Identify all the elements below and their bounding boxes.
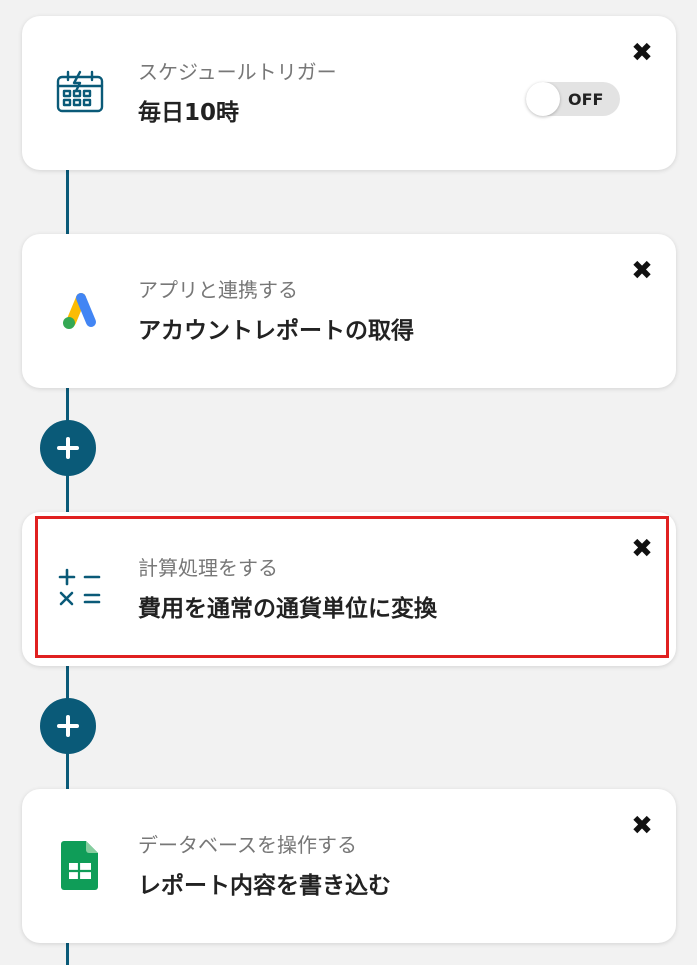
- plus-icon: [57, 437, 79, 459]
- step-title: 費用を通常の通貨単位に変換: [138, 596, 437, 622]
- toggle-label: OFF: [568, 90, 604, 109]
- step-title: レポート内容を書き込む: [138, 873, 391, 899]
- close-icon[interactable]: ✖: [630, 258, 654, 284]
- google-ads-icon: [54, 284, 106, 336]
- toggle-knob: [526, 82, 560, 116]
- flow-connector: [66, 168, 69, 236]
- close-icon[interactable]: ✖: [630, 813, 654, 839]
- step-title: アカウントレポートの取得: [138, 318, 414, 344]
- step-card-schedule-trigger[interactable]: スケジュールトリガー 毎日10時 OFF ✖: [22, 16, 676, 170]
- google-sheets-icon: [54, 839, 106, 891]
- step-subtitle: アプリと連携する: [138, 278, 298, 302]
- calendar-lightning-icon: [54, 66, 106, 118]
- plus-icon: [57, 715, 79, 737]
- add-step-button[interactable]: [40, 420, 96, 476]
- add-step-button[interactable]: [40, 698, 96, 754]
- step-card-app-integration[interactable]: アプリと連携する アカウントレポートの取得 ✖: [22, 234, 676, 388]
- flow-connector: [66, 942, 69, 965]
- trigger-toggle[interactable]: OFF: [526, 82, 620, 116]
- close-icon[interactable]: ✖: [630, 40, 654, 66]
- step-subtitle: 計算処理をする: [138, 556, 278, 580]
- step-card-calculation[interactable]: 計算処理をする 費用を通常の通貨単位に変換 ✖: [22, 512, 676, 666]
- step-subtitle: スケジュールトリガー: [138, 60, 337, 84]
- step-card-database[interactable]: データベースを操作する レポート内容を書き込む ✖: [22, 789, 676, 943]
- step-subtitle: データベースを操作する: [138, 833, 357, 857]
- step-title: 毎日10時: [138, 100, 240, 126]
- close-icon[interactable]: ✖: [630, 536, 654, 562]
- calculator-operators-icon: [54, 562, 106, 614]
